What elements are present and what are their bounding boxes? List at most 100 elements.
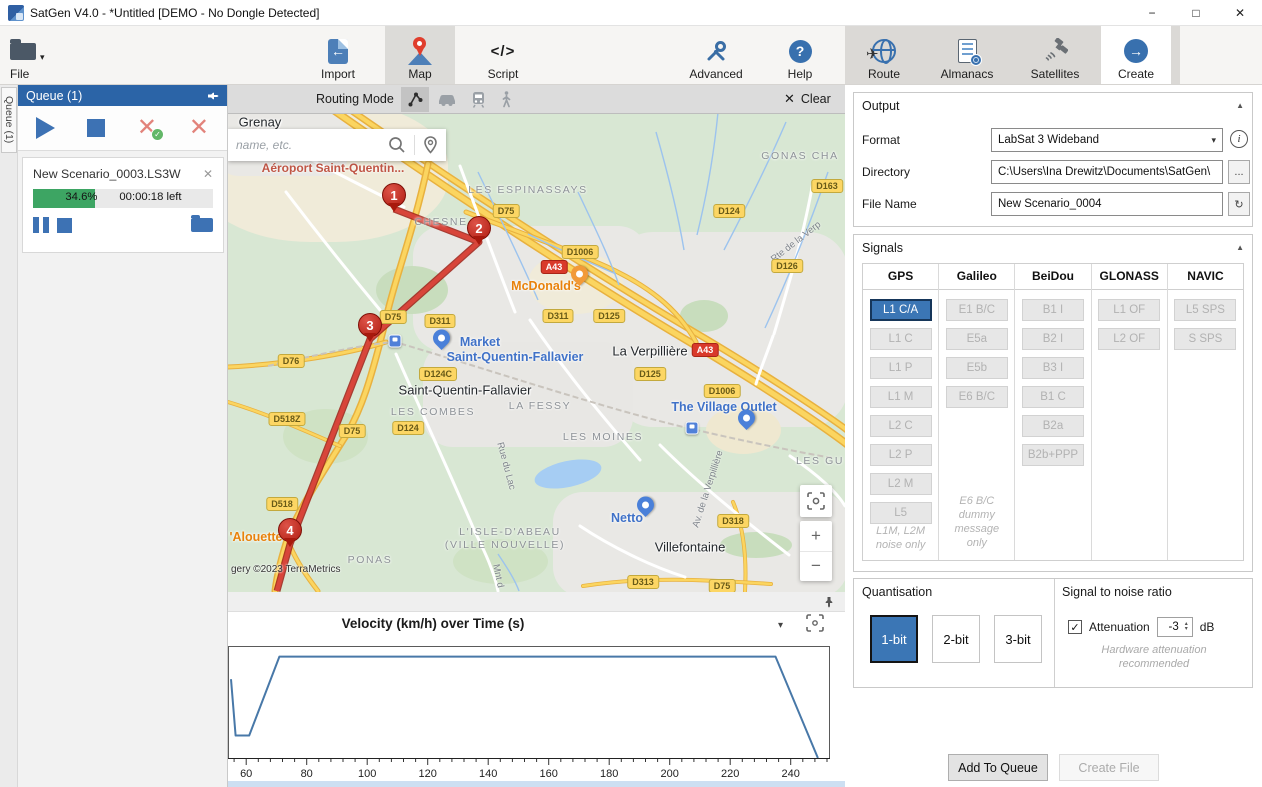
folder-icon: ▾	[10, 37, 45, 65]
pin-icon[interactable]	[823, 596, 835, 608]
format-info-icon[interactable]: i	[1230, 130, 1248, 148]
help-button[interactable]: ? Help	[765, 26, 835, 84]
signal-button-l2-of[interactable]: L2 OF	[1098, 328, 1160, 350]
signal-button-l5[interactable]: L5	[870, 502, 932, 524]
transit-icon	[471, 91, 486, 108]
signal-button-b2-i[interactable]: B2 I	[1022, 328, 1084, 350]
regenerate-name-button[interactable]: ↻	[1228, 192, 1250, 216]
zoom-out-button[interactable]: −	[800, 552, 832, 582]
route-marker-1[interactable]: 1	[382, 183, 406, 207]
velocity-panel: Velocity (km/h) over Time (s) ▾ 60801001…	[228, 592, 845, 787]
advanced-button[interactable]: Advanced	[676, 26, 756, 84]
pin-icon[interactable]	[207, 90, 219, 102]
quantisation-3-bit-button[interactable]: 3-bit	[994, 615, 1042, 663]
add-to-queue-button[interactable]: Add To Queue	[948, 754, 1048, 781]
signals-group: Signals ▲ GPSL1 C/AL1 CL1 PL1 ML2 CL2 PL…	[853, 234, 1253, 572]
route-marker-4[interactable]: 4	[278, 518, 302, 542]
poi-pin-icon[interactable]	[429, 326, 453, 350]
remove-icon[interactable]: ✕	[189, 118, 209, 138]
format-dropdown[interactable]: LabSat 3 Wideband ▾	[991, 128, 1223, 152]
map-button[interactable]: Map	[385, 26, 455, 84]
output-group-header[interactable]: Output ▲	[854, 93, 1252, 118]
routing-mode-transit-button[interactable]	[464, 87, 492, 112]
route-globe-icon: ✈	[872, 37, 896, 65]
map-label-rue-du-lac: Rue du Lac	[494, 441, 517, 491]
chart-dropdown-caret-icon[interactable]: ▾	[778, 620, 783, 631]
map-search-box[interactable]: name, etc.	[228, 129, 446, 161]
maximize-button[interactable]: □	[1174, 0, 1218, 26]
signal-button-l1-c[interactable]: L1 C	[870, 328, 932, 350]
create-arrow-icon: →	[1124, 37, 1148, 65]
signal-button-l5-sps[interactable]: L5 SPS	[1174, 299, 1236, 321]
signal-button-l1-of[interactable]: L1 OF	[1098, 299, 1160, 321]
script-button[interactable]: </> Script	[468, 26, 538, 84]
signal-button-l2-p[interactable]: L2 P	[870, 444, 932, 466]
queue-vertical-tab[interactable]: Queue (1)	[1, 87, 17, 153]
collapse-icon[interactable]: ▲	[1236, 101, 1244, 110]
map-center-button[interactable]	[800, 485, 832, 517]
attenuation-spinner[interactable]: -3 ▴ ▾	[1157, 617, 1193, 637]
signal-button-b1-i[interactable]: B1 I	[1022, 299, 1084, 321]
signal-button-e1-b-c[interactable]: E1 B/C	[946, 299, 1008, 321]
clear-route-button[interactable]: ✕ Clear	[784, 91, 831, 107]
attenuation-checkbox[interactable]: ✓	[1068, 620, 1082, 634]
clear-completed-icon[interactable]: ✕✓	[137, 118, 157, 138]
play-icon[interactable]	[36, 117, 55, 139]
main-toolbar: ▾ File ← Import Map </> Script Advanced …	[0, 26, 1262, 85]
signal-button-b1-c[interactable]: B1 C	[1022, 386, 1084, 408]
remove-item-icon[interactable]: ✕	[203, 167, 213, 181]
signal-button-l2-m[interactable]: L2 M	[870, 473, 932, 495]
signal-button-b2a[interactable]: B2a	[1022, 415, 1084, 437]
signal-button-s-sps[interactable]: S SPS	[1174, 328, 1236, 350]
satellites-button[interactable]: Satellites	[1016, 26, 1094, 84]
map-canvas[interactable]: GrenayAéroport Saint-Quentin...LES ESPIN…	[228, 114, 845, 592]
signal-button-l1-p[interactable]: L1 P	[870, 357, 932, 379]
signal-button-l2-c[interactable]: L2 C	[870, 415, 932, 437]
import-button[interactable]: ← Import	[303, 26, 373, 84]
create-file-button: Create File	[1059, 754, 1159, 781]
route-button[interactable]: ✈ Route	[849, 26, 919, 84]
quantisation-2-bit-button[interactable]: 2-bit	[932, 615, 980, 663]
signal-button-l1-c-a[interactable]: L1 C/A	[870, 299, 932, 321]
directory-input[interactable]: C:\Users\Ina Drewitz\Documents\SatGen\	[991, 160, 1223, 184]
quantisation-1-bit-button[interactable]: 1-bit	[870, 615, 918, 663]
close-button[interactable]: ✕	[1218, 0, 1262, 26]
search-input[interactable]: name, etc.	[228, 138, 292, 152]
signal-button-e5b[interactable]: E5b	[946, 357, 1008, 379]
filename-input[interactable]: New Scenario_0004	[991, 192, 1223, 216]
almanacs-button[interactable]: Almanacs	[930, 26, 1004, 84]
browse-button[interactable]: ...	[1228, 160, 1250, 184]
open-folder-icon[interactable]	[191, 218, 213, 232]
create-button[interactable]: → Create	[1101, 26, 1171, 84]
app-logo-icon	[8, 5, 24, 21]
signal-button-e6-b-c[interactable]: E6 B/C	[946, 386, 1008, 408]
stop-icon[interactable]	[87, 119, 105, 137]
signals-group-header[interactable]: Signals ▲	[854, 235, 1252, 260]
velocity-chart[interactable]: 6080100120140160180200220240	[228, 646, 830, 782]
minimize-button[interactable]: −	[1130, 0, 1174, 26]
train-station-icon[interactable]	[389, 335, 402, 348]
road-badge-d163: D163	[811, 179, 843, 193]
route-marker-3[interactable]: 3	[358, 313, 382, 337]
collapse-icon[interactable]: ▲	[1236, 243, 1244, 252]
route-marker-2[interactable]: 2	[467, 216, 491, 240]
routing-mode-route-button[interactable]	[401, 87, 429, 112]
signal-button-l1-m[interactable]: L1 M	[870, 386, 932, 408]
signal-button-b2b-ppp[interactable]: B2b+PPP	[1022, 444, 1084, 466]
search-icon[interactable]	[388, 136, 406, 154]
chart-fit-button[interactable]	[806, 614, 824, 632]
train-station-icon[interactable]	[686, 422, 699, 435]
svg-text:180: 180	[600, 768, 618, 780]
zoom-in-button[interactable]: +	[800, 521, 832, 552]
routing-mode-walk-button[interactable]	[492, 87, 520, 112]
file-button[interactable]: ▾ File	[2, 26, 66, 84]
signal-button-b3-i[interactable]: B3 I	[1022, 357, 1084, 379]
road-badge-d75: D75	[709, 579, 736, 592]
signal-button-e5a[interactable]: E5a	[946, 328, 1008, 350]
stop-item-icon[interactable]	[57, 218, 72, 233]
map-label-mcdonald-s: McDonald's	[511, 279, 581, 293]
locate-pin-icon[interactable]	[423, 136, 438, 154]
spinner-down-icon[interactable]: ▾	[1181, 627, 1192, 632]
routing-mode-car-button[interactable]	[433, 87, 461, 112]
pause-icon[interactable]	[33, 217, 49, 233]
